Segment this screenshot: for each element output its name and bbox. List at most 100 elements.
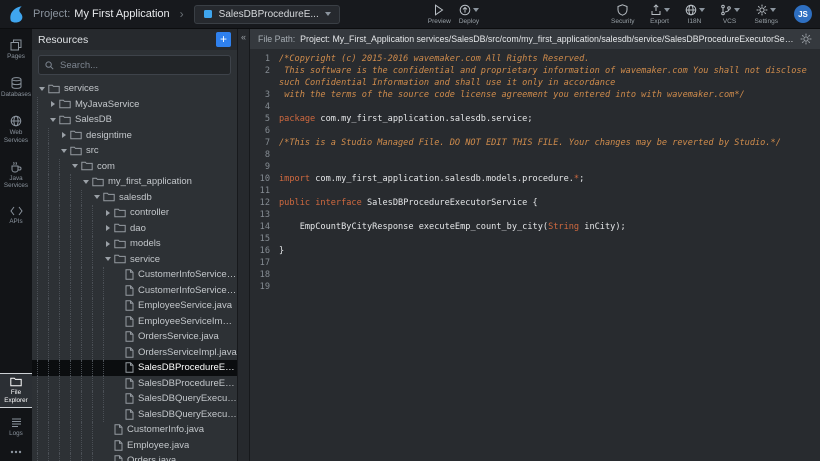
indent-guide <box>92 252 103 268</box>
indent-guide <box>59 438 70 454</box>
rail-item-java-services[interactable]: Java Services <box>0 158 32 192</box>
code-editor[interactable]: 1/*Copyright (c) 2015-2016 wavemaker.com… <box>250 49 820 461</box>
add-resource-button[interactable]: + <box>216 32 231 47</box>
tree-file[interactable]: SalesDBQueryExecutorService.java <box>32 391 237 407</box>
indent-guide <box>48 143 59 159</box>
indent-guide <box>59 236 70 252</box>
tree-file[interactable]: OrdersServiceImpl.java <box>32 345 237 361</box>
tree-item-label: src <box>86 145 99 156</box>
user-avatar[interactable]: JS <box>794 5 812 23</box>
tree-folder[interactable]: dao <box>32 221 237 237</box>
indent-guide <box>81 236 92 252</box>
topbar-export-button[interactable]: Export <box>650 4 670 25</box>
indent-guide <box>70 438 81 454</box>
tree-file[interactable]: Employee.java <box>32 438 237 454</box>
rail-item-label: Logs <box>9 430 23 437</box>
indent-guide <box>59 205 70 221</box>
rail-item-logs[interactable]: Logs <box>0 414 32 440</box>
deploy-button[interactable]: Deploy <box>459 4 479 25</box>
tree-folder[interactable]: controller <box>32 205 237 221</box>
line-number: 2 <box>250 65 279 89</box>
folder-icon <box>114 223 126 233</box>
indent-guide <box>59 190 70 206</box>
resources-header: Resources + <box>32 29 237 50</box>
rail-item-databases[interactable]: Databases <box>0 74 32 101</box>
topbar-item-label: Export <box>650 18 669 25</box>
indent-guide <box>103 298 114 314</box>
code-line: 17 <box>250 257 820 269</box>
tree-folder[interactable]: service <box>32 252 237 268</box>
indent-guide <box>48 221 59 237</box>
tree-file[interactable]: CustomerInfo.java <box>32 422 237 438</box>
indent-guide <box>70 360 81 376</box>
code-text <box>279 101 283 113</box>
rail-item-label: APIs <box>9 218 22 225</box>
tree-item-label: CustomerInfo.java <box>127 424 204 435</box>
folder-icon <box>81 161 93 171</box>
tree-folder[interactable]: salesdb <box>32 190 237 206</box>
tree-file[interactable]: OrdersService.java <box>32 329 237 345</box>
open-file-dropdown[interactable]: SalesDBProcedureE... <box>194 5 340 24</box>
code-line: 8 <box>250 149 820 161</box>
topbar-vcs-button[interactable]: VCS <box>720 4 740 25</box>
code-text <box>279 149 283 161</box>
tree-folder[interactable]: services <box>32 81 237 97</box>
folder-icon <box>114 254 126 264</box>
rail-item-web-services[interactable]: Web Services <box>0 112 32 146</box>
tree-folder[interactable]: MyJavaService <box>32 97 237 113</box>
tree-file[interactable]: SalesDBProcedureExecutorServiceImpl.java <box>32 376 237 392</box>
tree-file[interactable]: EmployeeServiceImpl.java <box>32 314 237 330</box>
tree-item-label: my_first_application <box>108 176 192 187</box>
code-text: with the terms of the source code licens… <box>279 89 749 101</box>
tree-file[interactable]: CustomerInfoService.java <box>32 267 237 283</box>
indent-guide <box>37 376 48 392</box>
preview-button[interactable]: Preview <box>428 4 451 25</box>
indent-guide <box>81 252 92 268</box>
folder-icon <box>10 377 22 387</box>
code-line: 3 with the terms of the source code lice… <box>250 89 820 101</box>
collapse-panel-button[interactable]: « <box>241 29 246 45</box>
indent-guide <box>81 438 92 454</box>
database-icon <box>11 77 22 89</box>
caret-right-icon <box>103 225 113 231</box>
rail-item-apis[interactable]: APIs <box>0 203 32 228</box>
topbar-i18n-button[interactable]: I18N <box>685 4 705 25</box>
file-tree: servicesMyJavaServiceSalesDBdesigntimesr… <box>32 80 237 461</box>
branch-icon <box>720 4 740 16</box>
editor-area: File Path: Project: My_First_Application… <box>250 29 820 461</box>
tree-folder[interactable]: src <box>32 143 237 159</box>
tree-folder[interactable]: my_first_application <box>32 174 237 190</box>
indent-guide <box>37 438 48 454</box>
tree-item-label: Orders.java <box>127 455 176 461</box>
code-text <box>279 257 283 269</box>
tree-folder[interactable]: SalesDB <box>32 112 237 128</box>
indent-guide <box>37 221 48 237</box>
tree-item-label: com <box>97 161 115 172</box>
tree-folder[interactable]: models <box>32 236 237 252</box>
topbar-security-button[interactable]: Security <box>611 4 634 25</box>
topbar-item-label: VCS <box>723 18 736 25</box>
tree-item-label: OrdersService.java <box>138 331 219 342</box>
tree-folder[interactable]: designtime <box>32 128 237 144</box>
tree-file[interactable]: CustomerInfoServiceImpl.java <box>32 283 237 299</box>
topbar-item-label: Security <box>611 18 634 25</box>
tree-file[interactable]: SalesDBQueryExecutorServiceImpl.java <box>32 407 237 423</box>
tree-file[interactable]: EmployeeService.java <box>32 298 237 314</box>
file-icon <box>125 393 134 404</box>
tree-folder[interactable]: com <box>32 159 237 175</box>
search-input[interactable] <box>58 59 224 72</box>
code-text: This software is the confidential and pr… <box>279 65 820 89</box>
search-box[interactable] <box>38 55 231 75</box>
tree-file[interactable]: Orders.java <box>32 453 237 461</box>
rail-item-pages[interactable]: Pages <box>0 36 32 63</box>
indent-guide <box>37 329 48 345</box>
tree-file[interactable]: SalesDBProcedureExecutorService.java <box>32 360 237 376</box>
code-text <box>279 161 283 173</box>
topbar-settings-button[interactable]: Settings <box>755 4 779 25</box>
indent-guide <box>48 345 59 361</box>
editor-settings-gear-icon[interactable] <box>800 33 812 45</box>
rail-item-file-explorer[interactable]: File Explorer <box>0 374 32 406</box>
rail-item-more[interactable] <box>0 447 32 457</box>
indent-guide <box>92 298 103 314</box>
folder-icon <box>103 192 115 202</box>
